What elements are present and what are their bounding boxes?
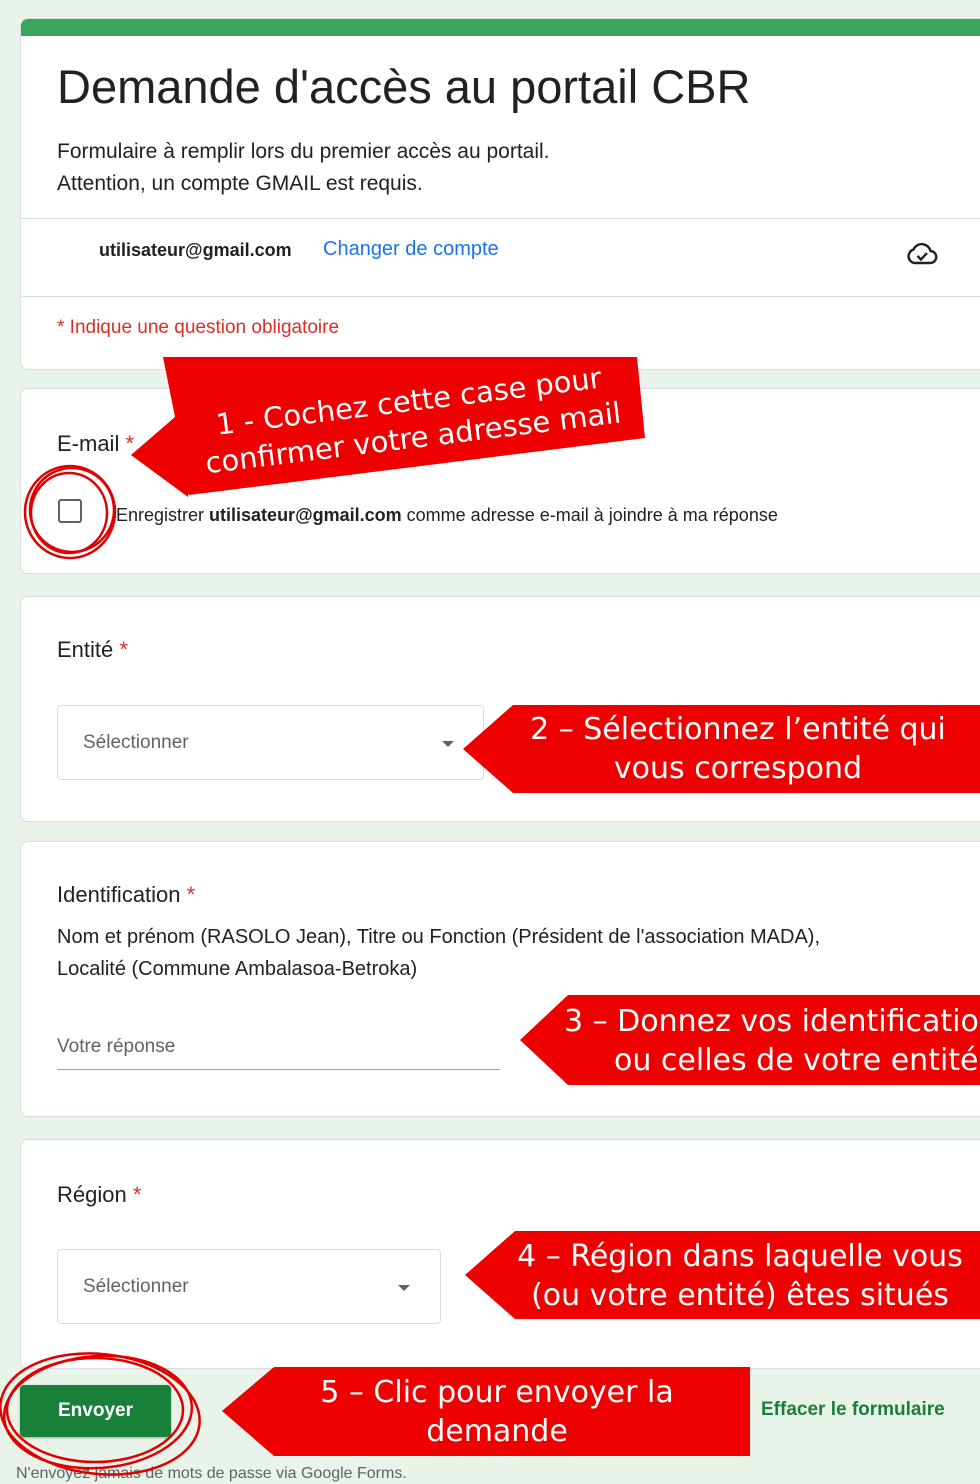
cloud-check-icon bbox=[905, 240, 939, 268]
identification-description-line1: Nom et prénom (RASOLO Jean), Titre ou Fo… bbox=[57, 926, 821, 948]
submit-highlight-circle bbox=[0, 1348, 210, 1478]
chevron-down-icon bbox=[442, 741, 454, 747]
form-description-line2: Attention, un compte GMAIL est requis. bbox=[57, 172, 423, 195]
switch-account-link[interactable]: Changer de compte bbox=[323, 238, 499, 261]
annotation-step-3-text: 3 – Donnez vos identificatio ou celles d… bbox=[564, 1004, 979, 1078]
form-description-line1: Formulaire à remplir lors du premier acc… bbox=[57, 140, 550, 163]
region-question-title: Région * bbox=[57, 1182, 142, 1207]
annotation-step-4: 4 – Région dans laquelle vous (ou votre … bbox=[465, 1231, 980, 1319]
identification-description-line2: Localité (Commune Ambalasoa-Betroka) bbox=[57, 958, 418, 980]
required-asterisk: * bbox=[186, 882, 196, 907]
annotation-step-1: 1 - Cochez cette case pour confirmer vot… bbox=[131, 355, 651, 500]
region-select[interactable]: Sélectionner bbox=[57, 1249, 441, 1324]
entity-select-placeholder: Sélectionner bbox=[83, 732, 189, 753]
account-email: utilisateur@gmail.com bbox=[99, 240, 292, 260]
form-header-card: Demande d'accès au portail CBR Formulair… bbox=[20, 18, 980, 370]
identification-question-title: Identification * bbox=[57, 882, 196, 907]
annotation-step-4-text: 4 – Région dans laquelle vous (ou votre … bbox=[517, 1239, 963, 1313]
required-note: * Indique une question obligatoire bbox=[57, 317, 340, 338]
entity-select[interactable]: Sélectionner bbox=[57, 705, 484, 780]
form-title: Demande d'accès au portail CBR bbox=[57, 60, 751, 113]
header-divider-2 bbox=[21, 296, 980, 297]
annotation-step-3: 3 – Donnez vos identificatio ou celles d… bbox=[520, 995, 980, 1085]
annotation-step-2: 2 – Sélectionnez l’entité qui vous corre… bbox=[463, 705, 980, 793]
chevron-down-icon bbox=[398, 1285, 410, 1291]
checkbox-highlight-circle bbox=[22, 460, 122, 564]
annotation-step-5: 5 – Clic pour envoyer la demande bbox=[222, 1367, 750, 1456]
header-divider bbox=[21, 218, 980, 219]
identification-answer-input[interactable]: Votre réponse bbox=[57, 1028, 500, 1070]
annotation-step-5-text: 5 – Clic pour envoyer la demande bbox=[320, 1375, 674, 1449]
required-asterisk: * bbox=[132, 1182, 142, 1207]
email-question-title: E-mail * bbox=[57, 431, 135, 456]
identification-answer-placeholder: Votre réponse bbox=[57, 1036, 176, 1057]
annotation-step-2-text: 2 – Sélectionnez l’entité qui vous corre… bbox=[530, 712, 946, 786]
email-checkbox-label: Enregistrer utilisateur@gmail.com comme … bbox=[116, 505, 778, 525]
region-select-placeholder: Sélectionner bbox=[83, 1276, 189, 1297]
entity-question-title: Entité * bbox=[57, 637, 128, 662]
header-accent-bar bbox=[21, 19, 980, 36]
clear-form-link[interactable]: Effacer le formulaire bbox=[761, 1399, 945, 1421]
required-asterisk: * bbox=[119, 637, 128, 662]
